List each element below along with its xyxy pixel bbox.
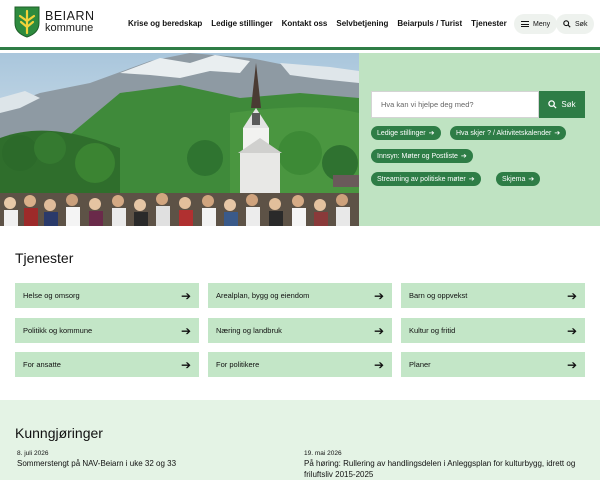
nav-kontakt-oss[interactable]: Kontakt oss	[282, 19, 328, 28]
service-tile-planer[interactable]: Planer ➔	[401, 352, 585, 377]
nav-tjenester[interactable]: Tjenester	[471, 19, 507, 28]
nav-ledige-stillinger[interactable]: Ledige stillinger	[211, 19, 272, 28]
announcement-date: 19. mai 2026	[304, 450, 342, 457]
announcement-link[interactable]: På høring: Rullering av handlingsdelen i…	[304, 459, 589, 480]
arrow-right-icon: ➔	[566, 357, 577, 372]
logo-name: BEIARN	[45, 8, 95, 23]
quick-link-ledige-stillinger[interactable]: Ledige stillinger ➔	[371, 126, 441, 140]
menu-label: Meny	[533, 20, 551, 28]
arrow-right-icon: ➔	[528, 176, 535, 183]
tile-label: Kultur og fritid	[409, 326, 456, 335]
tile-label: For politikere	[216, 360, 260, 369]
hero-search-panel: Hva kan vi hjelpe deg med? Søk Ledige st…	[359, 53, 600, 226]
tile-label: Politikk og kommune	[23, 326, 93, 335]
arrow-right-icon: ➔	[566, 288, 577, 303]
search-submit-button[interactable]: Søk	[539, 91, 585, 118]
arrow-right-icon: ➔	[554, 130, 561, 137]
hamburger-icon	[521, 21, 529, 27]
search-icon	[548, 100, 557, 109]
tile-label: For ansatte	[23, 360, 61, 369]
arrow-right-icon: ➔	[180, 357, 191, 372]
nav-selvbetjening[interactable]: Selvbetjening	[336, 19, 388, 28]
search-input[interactable]: Hva kan vi hjelpe deg med?	[371, 91, 539, 118]
arrow-right-icon: ➔	[468, 176, 475, 183]
arrow-right-icon: ➔	[428, 130, 435, 137]
services-title: Tjenester	[15, 250, 74, 266]
search-label: Søk	[575, 20, 588, 28]
search-icon	[563, 20, 571, 28]
tile-label: Barn og oppvekst	[409, 291, 468, 300]
tile-label: Arealplan, bygg og eiendom	[216, 291, 310, 300]
logo[interactable]: BEIARN kommune	[14, 6, 95, 38]
service-tile-naering[interactable]: Næring og landbruk ➔	[208, 318, 392, 343]
arrow-right-icon: ➔	[373, 357, 384, 372]
arrow-right-icon: ➔	[180, 323, 191, 338]
arrow-right-icon: ➔	[566, 323, 577, 338]
service-tile-politikere[interactable]: For politikere ➔	[208, 352, 392, 377]
quick-link-streaming[interactable]: Streaming av politiske møter ➔	[371, 172, 481, 186]
search-submit-label: Søk	[561, 100, 576, 109]
nav-krise[interactable]: Krise og beredskap	[128, 19, 202, 28]
announcement-link[interactable]: Sommerstengt på NAV-Beiarn i uke 32 og 3…	[17, 459, 287, 470]
quick-link-label: Skjema	[502, 175, 526, 183]
site-header: BEIARN kommune Krise og beredskap Ledige…	[0, 0, 600, 50]
quick-link-innsyn[interactable]: Innsyn: Møter og Postliste ➔	[371, 149, 473, 163]
quick-link-label: Innsyn: Møter og Postliste	[377, 152, 458, 160]
logo-subtitle: kommune	[45, 22, 94, 35]
tile-label: Næring og landbruk	[216, 326, 282, 335]
main-nav: Krise og beredskap Ledige stillinger Kon…	[128, 19, 507, 28]
arrow-right-icon: ➔	[460, 153, 467, 160]
tile-label: Planer	[409, 360, 431, 369]
service-tile-helse[interactable]: Helse og omsorg ➔	[15, 283, 199, 308]
arrow-right-icon: ➔	[180, 288, 191, 303]
coat-of-arms-icon	[14, 6, 40, 38]
announcement-date: 8. juli 2026	[17, 450, 49, 457]
header-search-button[interactable]: Søk	[556, 14, 595, 34]
quick-link-label: Hva skjer ? / Aktivitetskalender	[456, 129, 552, 137]
quick-link-aktivitetskalender[interactable]: Hva skjer ? / Aktivitetskalender ➔	[450, 126, 567, 140]
quick-link-skjema[interactable]: Skjema ➔	[496, 172, 541, 186]
quick-link-label: Streaming av politiske møter	[377, 175, 466, 183]
announcements-section: Kunngjøringer 8. juli 2026 Sommerstengt …	[0, 400, 600, 480]
menu-button[interactable]: Meny	[514, 14, 558, 34]
quick-link-label: Ledige stillinger	[377, 129, 426, 137]
nav-beiarpuls[interactable]: Beiarpuls / Turist	[397, 19, 462, 28]
service-tile-arealplan[interactable]: Arealplan, bygg og eiendom ➔	[208, 283, 392, 308]
service-tile-ansatte[interactable]: For ansatte ➔	[15, 352, 199, 377]
service-tile-kultur[interactable]: Kultur og fritid ➔	[401, 318, 585, 343]
hero-image	[0, 53, 359, 226]
arrow-right-icon: ➔	[373, 288, 384, 303]
service-tile-barn[interactable]: Barn og oppvekst ➔	[401, 283, 585, 308]
announcements-title: Kunngjøringer	[15, 425, 103, 441]
arrow-right-icon: ➔	[373, 323, 384, 338]
service-tile-politikk[interactable]: Politikk og kommune ➔	[15, 318, 199, 343]
tile-label: Helse og omsorg	[23, 291, 80, 300]
